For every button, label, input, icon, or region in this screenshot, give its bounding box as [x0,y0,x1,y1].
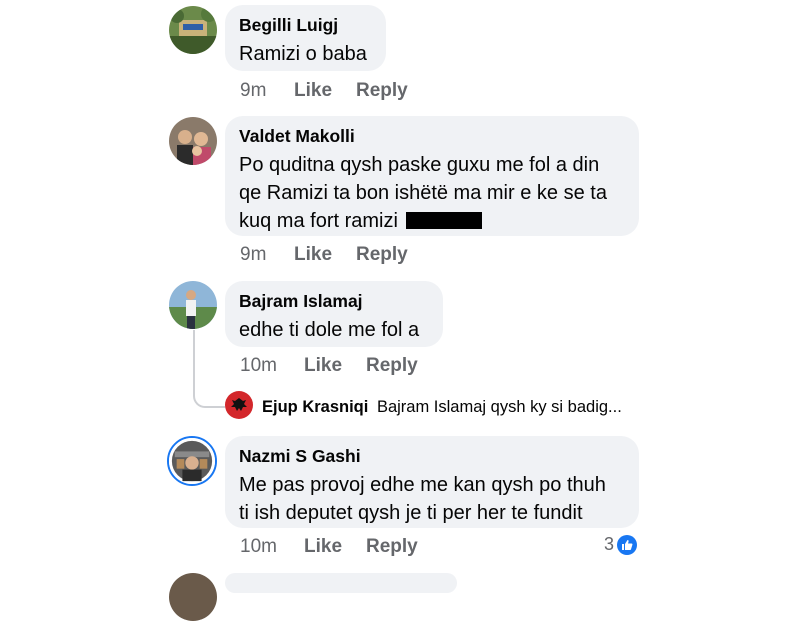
commenter-name[interactable]: Valdet Makolli [239,125,625,147]
like-button[interactable]: Like [294,243,356,267]
avatar-image [169,281,217,329]
comment-time[interactable]: 9m [240,243,294,267]
reaction-count: 3 [604,534,615,554]
comment-time[interactable]: 10m [240,354,304,378]
commenter-name[interactable]: Begilli Luigj [239,14,372,36]
comment-bubble: Valdet Makolli Po quditna qysh paske gux… [225,116,639,236]
avatar-image [169,438,215,484]
thread-connector [193,330,195,396]
avatar[interactable] [167,436,217,486]
comment-text: Ramizi o baba [239,43,367,65]
comment-text-line: qe Ramizi ta bon ishëtë ma mir e ke se t… [239,182,607,204]
reply-button[interactable]: Reply [356,79,408,103]
reaction-summary[interactable]: 3 [604,534,638,555]
avatar-image [169,6,217,54]
comment-bubble: Nazmi S Gashi Me pas provoj edhe me kan … [225,436,639,528]
comment-actions: 9m Like Reply [240,79,408,103]
reply-button[interactable]: Reply [366,535,418,559]
reply-button[interactable]: Reply [366,354,418,378]
avatar[interactable] [169,281,217,329]
comment-text-line-redacted: kuq ma fort ramizi [239,207,625,235]
avatar[interactable] [169,6,217,54]
comment-bubble-partial [225,573,457,593]
comment-actions: 10m Like Reply [240,354,418,378]
comment-bubble: Bajram Islamaj edhe ti dole me fol a [225,281,443,347]
avatar[interactable] [169,117,217,165]
redaction-bar [405,212,482,229]
thread-connector-curve [193,390,225,408]
comment-text-line: kuq ma fort ramizi [239,210,398,232]
reply-avatar[interactable] [225,391,253,419]
avatar-partial[interactable] [169,573,217,621]
comment-actions: 9m Like Reply [240,243,408,267]
avatar-image [169,573,217,621]
reply-author-name[interactable]: Ejup Krasniqi [262,398,368,416]
like-button[interactable]: Like [294,79,356,103]
reply-preview[interactable]: Ejup Krasniqi Bajram Islamaj qysh ky si … [262,396,622,418]
commenter-name[interactable]: Bajram Islamaj [239,290,429,312]
avatar-image [169,117,217,165]
comment-text-line: ti ish deputet qysh je ti per her te fun… [239,502,583,524]
reply-preview-text: Bajram Islamaj qysh ky si badig... [376,398,622,416]
comment-bubble: Begilli Luigj Ramizi o baba [225,5,386,71]
comment-text-line: Me pas provoj edhe me kan qysh po thuh [239,474,606,496]
comment-text-line: Po quditna qysh paske guxu me fol a din [239,154,600,176]
comment-actions: 10m Like Reply [240,535,418,559]
reply-button[interactable]: Reply [356,243,408,267]
like-button[interactable]: Like [304,354,366,378]
comment-text: edhe ti dole me fol a [239,319,420,341]
commenter-name[interactable]: Nazmi S Gashi [239,445,625,467]
like-button[interactable]: Like [304,535,366,559]
albanian-flag-avatar-image [225,391,253,419]
like-thumb-icon [617,534,638,555]
comment-time[interactable]: 10m [240,535,304,559]
comment-time[interactable]: 9m [240,79,294,103]
